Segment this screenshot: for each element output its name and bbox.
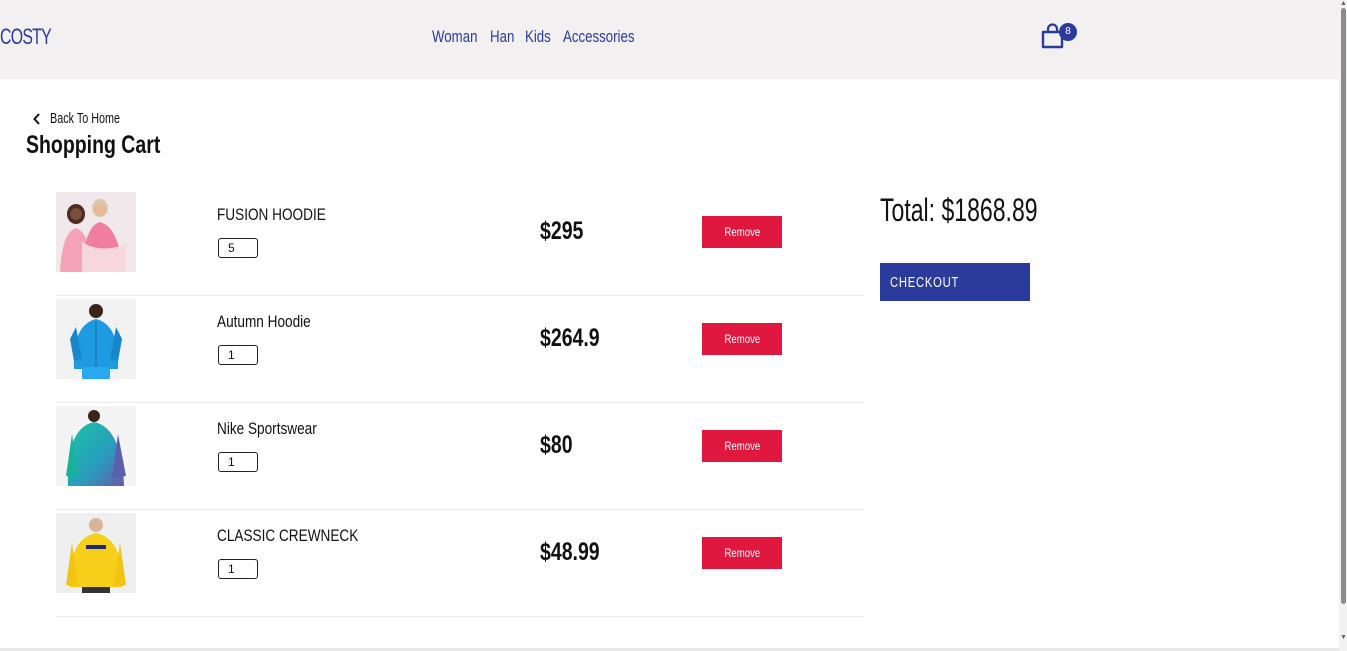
scroll-up-arrow-icon[interactable]: ▲ <box>1340 0 1347 8</box>
nav-link-woman[interactable]: Woman <box>432 27 480 47</box>
nav-link-accessories[interactable]: Accessories <box>563 27 634 47</box>
page-title: Shopping Cart <box>26 131 161 159</box>
quantity-input[interactable] <box>218 452 258 472</box>
remove-button-label: Remove <box>724 225 760 239</box>
remove-button[interactable]: Remove <box>702 537 782 569</box>
cart-total: Total: $1868.89 <box>880 192 1038 228</box>
nav-link-kids[interactable]: Kids <box>525 27 558 47</box>
remove-button-label: Remove <box>724 546 760 560</box>
product-image-autumn-hoodie[interactable] <box>56 299 136 379</box>
scroll-down-arrow-icon[interactable]: ▼ <box>1340 634 1347 642</box>
cart-item-row: CLASSIC CREWNECK $48.99 Remove <box>56 510 864 617</box>
product-image-fusion-hoodie[interactable] <box>56 192 136 272</box>
back-to-home-label: Back To Home <box>50 110 121 127</box>
quantity-input[interactable] <box>218 345 258 365</box>
product-name: Autumn Hoodie <box>217 312 311 331</box>
product-price: $295 <box>540 217 584 245</box>
back-to-home-link[interactable]: Back To Home <box>32 110 147 127</box>
quantity-input[interactable] <box>218 559 258 579</box>
cart-count-badge: 8 <box>1059 23 1077 41</box>
remove-button[interactable]: Remove <box>702 430 782 462</box>
remove-button[interactable]: Remove <box>702 323 782 355</box>
cart-item-row: FUSION HOODIE $295 Remove <box>56 189 864 296</box>
nav-link-han[interactable]: Han <box>490 27 520 47</box>
checkout-button[interactable]: CHECKOUT <box>880 263 1030 301</box>
product-name: FUSION HOODIE <box>217 205 326 224</box>
cart-item-row: Autumn Hoodie $264.9 Remove <box>56 296 864 403</box>
main-nav: Woman Han Kids Accessories <box>432 27 639 47</box>
product-price: $264.9 <box>540 324 600 352</box>
quantity-input[interactable] <box>218 238 258 258</box>
site-header: COSTY Woman Han Kids Accessories 8 <box>0 0 1339 79</box>
checkout-button-label: CHECKOUT <box>890 273 960 291</box>
product-price: $48.99 <box>540 538 600 566</box>
product-image-classic-crewneck[interactable] <box>56 513 136 593</box>
site-logo[interactable]: COSTY <box>0 24 52 50</box>
product-image-nike-sportswear[interactable] <box>56 406 136 486</box>
remove-button-label: Remove <box>724 332 760 346</box>
chevron-left-icon <box>33 112 40 125</box>
vertical-scrollbar-thumb[interactable] <box>1341 8 1346 604</box>
product-name: Nike Sportswear <box>217 419 317 438</box>
remove-button[interactable]: Remove <box>702 216 782 248</box>
remove-button-label: Remove <box>724 439 760 453</box>
cart-item-row: Nike Sportswear $80 Remove <box>56 403 864 510</box>
product-name: CLASSIC CREWNECK <box>217 526 359 545</box>
product-price: $80 <box>540 431 573 459</box>
